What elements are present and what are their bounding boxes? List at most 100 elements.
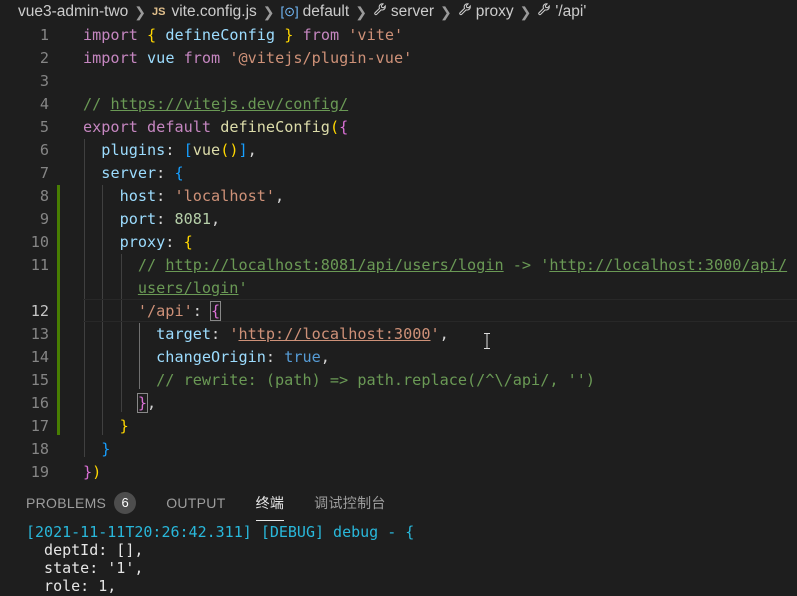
code-line: 10 proxy: {	[0, 231, 797, 254]
line-number: 14	[30, 348, 49, 366]
code-token: '	[238, 279, 248, 297]
code-token: :	[265, 348, 285, 366]
code-token: port	[119, 210, 157, 228]
terminal-line: state: '1',	[26, 559, 144, 577]
code-token: plugins	[101, 141, 166, 159]
code-token: {	[339, 118, 349, 136]
code-line: 17 }	[0, 415, 797, 438]
code-token: http://localhost:3000/api/	[549, 256, 788, 274]
tab-terminal[interactable]: 终端	[255, 493, 285, 521]
line-number: 7	[39, 164, 49, 182]
variable-symbol-icon: [⊙]	[280, 4, 299, 19]
code-text: changeOrigin: true,	[83, 346, 330, 369]
code-line: 9 port: 8081,	[0, 208, 797, 231]
code-line: 4 // https://vitejs.dev/config/	[0, 93, 797, 116]
breadcrumb-symbol-api[interactable]: '/api'	[537, 2, 586, 22]
code-token: http://localhost:3000	[238, 325, 431, 343]
code-text: },	[83, 392, 156, 415]
code-token: ]	[238, 141, 248, 159]
code-line: 5 export default defineConfig({	[0, 116, 797, 139]
line-number: 9	[39, 210, 49, 228]
terminal-output[interactable]: [2021-11-11T20:26:42.311] [DEBUG] debug …	[0, 519, 797, 595]
code-text: // https://vitejs.dev/config/	[83, 93, 348, 116]
code-token: :	[211, 325, 230, 343]
tab-problems[interactable]: PROBLEMS 6	[26, 492, 137, 514]
code-token: host	[119, 187, 157, 205]
line-number: 16	[30, 394, 49, 412]
code-text: // http://localhost:8081/api/users/login…	[83, 254, 787, 277]
code-token: 8081	[174, 210, 212, 228]
breadcrumb-symbol-default[interactable]: [⊙] default	[281, 3, 350, 21]
code-token: 'localhost'	[174, 187, 276, 205]
breadcrumb-symbol-server[interactable]: server	[373, 2, 434, 22]
code-text: import vue from '@vitejs/plugin-vue'	[83, 47, 412, 70]
code-token: import	[83, 26, 138, 44]
code-token: }	[119, 417, 129, 435]
code-line: 1 import { defineConfig } from 'vite'	[0, 24, 797, 47]
code-text: port: 8081,	[83, 208, 221, 231]
line-number: 19	[30, 463, 49, 481]
code-text: })	[83, 461, 101, 484]
code-token: '/api'	[137, 302, 193, 320]
code-token: {	[174, 164, 184, 182]
terminal-line: deptId: [],	[26, 541, 144, 559]
code-token: {	[147, 26, 157, 44]
breadcrumb-folder[interactable]: vue3-admin-two	[18, 3, 128, 21]
code-token: true	[284, 348, 321, 366]
breadcrumb-symbol-proxy[interactable]: proxy	[458, 2, 514, 22]
tab-output[interactable]: OUTPUT	[166, 495, 225, 511]
terminal-line: role: 1,	[26, 577, 117, 595]
code-token: default	[147, 118, 212, 136]
code-token: ,	[439, 325, 449, 343]
code-token: defineConfig	[220, 118, 330, 136]
text-cursor-icon	[484, 333, 490, 349]
code-token: :	[156, 164, 175, 182]
line-number: 13	[30, 325, 49, 343]
line-number: 10	[30, 233, 49, 251]
breadcrumb-file[interactable]: JS vite.config.js	[152, 3, 257, 21]
code-text: }	[83, 415, 129, 438]
code-text: users/login'	[83, 277, 248, 300]
chevron-right-icon: ❯	[519, 3, 532, 20]
code-token: (	[329, 118, 340, 136]
code-token: changeOrigin	[156, 348, 266, 366]
tab-debug-console[interactable]: 调试控制台	[314, 493, 386, 513]
wrench-property-icon	[373, 2, 387, 22]
line-number: 17	[30, 417, 49, 435]
code-token: -> '	[503, 256, 550, 274]
code-token: {	[210, 301, 222, 321]
code-editor[interactable]: 1 import { defineConfig } from 'vite' 2 imp…	[0, 24, 797, 484]
code-token: //	[137, 256, 166, 274]
wrench-property-icon	[537, 2, 551, 22]
code-line: 18 }	[0, 438, 797, 461]
code-token: :	[156, 187, 175, 205]
code-token: ,	[147, 394, 157, 412]
code-line: 13 target: 'http://localhost:3000',	[0, 323, 797, 346]
line-number: 2	[39, 49, 49, 67]
code-token: }	[136, 393, 149, 413]
line-number: 18	[30, 440, 49, 458]
code-line: 14 changeOrigin: true,	[0, 346, 797, 369]
code-token: // rewrite: (path) => path.replace(/^\/a…	[156, 371, 596, 389]
line-number: 5	[39, 118, 49, 136]
code-token: ,	[211, 210, 221, 228]
code-token: ,	[320, 348, 330, 366]
